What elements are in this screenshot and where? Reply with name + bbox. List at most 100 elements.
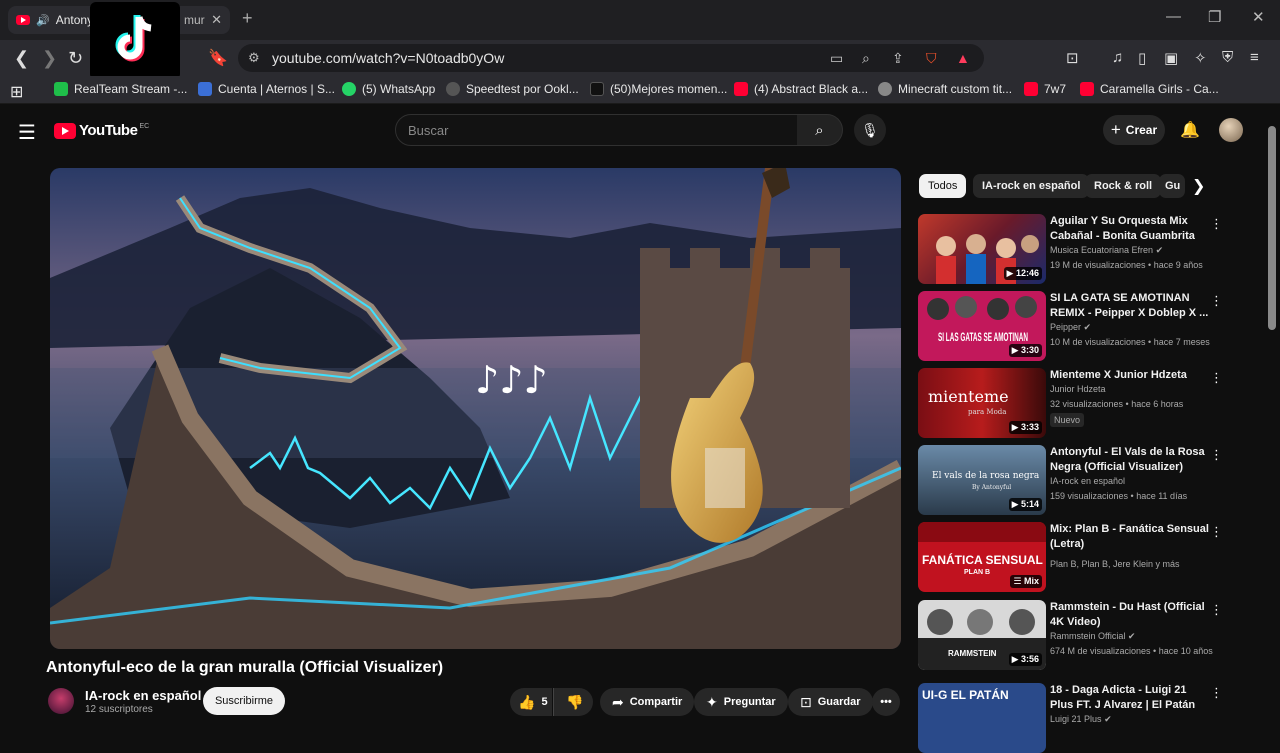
brave-shield-icon[interactable]: ⛉ xyxy=(926,50,937,67)
reload-icon[interactable]: ↻ xyxy=(68,48,83,69)
chip-ia-rock[interactable]: IA-rock en español xyxy=(973,174,1090,198)
recommendation-title[interactable]: Mienteme X Junior Hdzeta xyxy=(1050,368,1210,383)
save-button[interactable]: ⊡ Guardar xyxy=(788,688,873,716)
share-icon[interactable]: ⇪ xyxy=(892,50,904,67)
recommendation-title[interactable]: Rammstein - Du Hast (Official 4K Video) xyxy=(1050,600,1210,630)
recommendation-channel[interactable]: Junior Hdzeta xyxy=(1050,384,1106,394)
bookmark-minecraft[interactable]: Minecraft custom tit... xyxy=(878,82,1012,96)
more-vertical-icon[interactable]: ⋮ xyxy=(1210,685,1223,701)
more-vertical-icon[interactable]: ⋮ xyxy=(1210,370,1223,386)
video-thumbnail[interactable]: SI LAS GATAS SE AMOTINAN ▶ 3:30 xyxy=(918,291,1046,361)
create-button[interactable]: + Crear xyxy=(1103,115,1165,145)
duration-badge: ▶ 12:46 xyxy=(1003,267,1042,280)
video-thumbnail[interactable]: El vals de la rosa negra By Antonyful ▶ 5… xyxy=(918,445,1046,515)
verified-check-icon: ✔ xyxy=(1104,714,1112,724)
more-actions-button[interactable]: ••• xyxy=(872,688,900,716)
recommendation-meta: 19 M de visualizaciones • hace 9 años xyxy=(1050,260,1203,270)
bookmark-whatsapp[interactable]: (5) WhatsApp xyxy=(342,82,435,96)
youtube-play-icon xyxy=(54,122,76,139)
search-button[interactable]: ⌕ xyxy=(797,114,843,146)
bookmark-realteam[interactable]: RealTeam Stream -... xyxy=(54,82,187,96)
dislike-button[interactable]: 👎 xyxy=(553,688,593,716)
bookmark-tiktok[interactable]: (50)Mejores momen... xyxy=(590,82,727,96)
chip-rock-roll[interactable]: Rock & roll xyxy=(1085,174,1162,198)
recommendation-title[interactable]: Mix: Plan B - Fanática Sensual (Letra) xyxy=(1050,522,1210,552)
search-input[interactable]: Buscar xyxy=(395,114,798,146)
more-vertical-icon[interactable]: ⋮ xyxy=(1210,602,1223,618)
video-player[interactable]: ♪♪♪ xyxy=(50,168,901,649)
recommendation-channel[interactable]: Musica Ecuatoriana Efren ✔ xyxy=(1050,245,1163,256)
recommendation-item[interactable]: RAMMSTEIN ▶ 3:56 Rammstein - Du Hast (Of… xyxy=(918,600,1238,670)
tab-search-icon[interactable]: ⊡ xyxy=(1066,49,1079,67)
recommendation-item[interactable]: El vals de la rosa negra By Antonyful ▶ 5… xyxy=(918,445,1238,515)
voice-search-button[interactable]: 🎙 xyxy=(854,114,886,146)
recommendation-item[interactable]: FANÁTICA SENSUAL PLAN B ☰ Mix Mix: Plan B… xyxy=(918,522,1238,592)
recommendation-channel[interactable]: Rammstein Official ✔ xyxy=(1050,631,1135,642)
bookmark-caramella[interactable]: Caramella Girls - Ca... xyxy=(1080,82,1219,96)
channel-name[interactable]: IA-rock en español xyxy=(85,688,201,703)
recommendation-title[interactable]: Antonyful - El Vals de la Rosa Negra (Of… xyxy=(1050,445,1210,475)
wallet-icon[interactable]: ▣ xyxy=(1164,49,1178,67)
recommendation-meta: 10 M de visualizaciones • hace 7 meses xyxy=(1050,337,1210,347)
brave-rewards-icon[interactable]: ▲ xyxy=(956,50,970,66)
video-thumbnail[interactable]: UI-G EL PATÁN xyxy=(918,683,1046,753)
ask-button[interactable]: ✦ Preguntar xyxy=(694,688,788,716)
user-avatar[interactable] xyxy=(1219,118,1243,142)
recommendation-item[interactable]: ▶ 12:46 Aguilar Y Su Orquesta Mix Cabaña… xyxy=(918,214,1238,284)
video-thumbnail[interactable]: ▶ 12:46 xyxy=(918,214,1046,284)
recommendation-channel[interactable]: IA-rock en español xyxy=(1050,476,1125,486)
recommendation-channel[interactable]: Peipper ✔ xyxy=(1050,322,1091,333)
speaker-icon[interactable]: 🔊 xyxy=(36,14,50,27)
chevron-right-icon[interactable]: ❯ xyxy=(1192,176,1205,196)
minimize-icon[interactable]: — xyxy=(1166,8,1181,25)
apps-grid-icon[interactable]: ⊞ xyxy=(10,82,23,102)
video-thumbnail[interactable]: mienteme para Moda ▶ 3:33 xyxy=(918,368,1046,438)
recommendation-channel[interactable]: Plan B, Plan B, Jere Klein y más xyxy=(1050,559,1180,569)
site-settings-icon[interactable]: ⚙ xyxy=(248,50,260,66)
channel-avatar[interactable] xyxy=(48,688,74,714)
recommendation-meta: 32 visualizaciones • hace 6 horas xyxy=(1050,399,1184,409)
recommendation-title[interactable]: SI LA GATA SE AMOTINAN REMIX - Peipper X… xyxy=(1050,291,1210,321)
video-thumbnail[interactable]: RAMMSTEIN ▶ 3:56 xyxy=(918,600,1046,670)
page-scrollbar[interactable] xyxy=(1268,126,1276,330)
recommendation-item[interactable]: mienteme para Moda ▶ 3:33 Mienteme X Juni… xyxy=(918,368,1238,438)
browser-menu-icon[interactable]: ≡ xyxy=(1250,49,1259,66)
recommendation-title[interactable]: Aguilar Y Su Orquesta Mix Cabañal - Boni… xyxy=(1050,214,1210,244)
like-button[interactable]: 👍 5 xyxy=(510,688,552,716)
more-vertical-icon[interactable]: ⋮ xyxy=(1210,216,1223,232)
recommendation-title[interactable]: 18 - Daga Adicta - Luigi 21 Plus FT. J A… xyxy=(1050,683,1210,713)
youtube-header: ☰ YouTube EC Buscar ⌕ 🎙 + Crear 🔔 xyxy=(0,104,1280,156)
bookmark-icon[interactable]: 🔖 xyxy=(208,48,228,68)
share-button[interactable]: ➦ Compartir xyxy=(600,688,695,716)
leo-ai-icon[interactable]: ✧ xyxy=(1194,49,1207,67)
notifications-bell-icon[interactable]: 🔔 xyxy=(1180,120,1200,140)
new-tab-icon[interactable]: + xyxy=(242,8,253,29)
subscribe-button[interactable]: Suscribirme xyxy=(203,687,285,715)
music-icon[interactable]: ♫ xyxy=(1112,49,1123,66)
chip-todos[interactable]: Todos xyxy=(919,174,967,198)
close-tab-icon[interactable]: ✕ xyxy=(211,12,222,28)
cast-icon[interactable]: ▭ xyxy=(830,50,843,67)
forward-icon[interactable]: ❯ xyxy=(42,48,57,69)
bookmark-abstract[interactable]: (4) Abstract Black a... xyxy=(734,82,868,96)
bookmark-speedtest[interactable]: Speedtest por Ookl... xyxy=(446,82,579,96)
restore-icon[interactable]: ❐ xyxy=(1208,8,1221,26)
recommendation-item[interactable]: SI LAS GATAS SE AMOTINAN ▶ 3:30 SI LA GA… xyxy=(918,291,1238,361)
window-close-icon[interactable]: ✕ xyxy=(1252,8,1265,26)
recommendation-item[interactable]: UI-G EL PATÁN 18 - Daga Adicta - Luigi 2… xyxy=(918,683,1238,753)
bookmark-aternos[interactable]: Cuenta | Aternos | S... xyxy=(198,82,335,96)
address-bar[interactable]: ⚙ youtube.com/watch?v=N0toadb0yOw ▭ ⌕ ⇪ … xyxy=(238,44,984,72)
youtube-logo[interactable]: YouTube EC xyxy=(54,122,149,139)
more-vertical-icon[interactable]: ⋮ xyxy=(1210,447,1223,463)
tab-title-tail: mur xyxy=(184,13,205,27)
bookmark-7w7[interactable]: 7w7 xyxy=(1024,82,1066,96)
back-icon[interactable]: ❮ xyxy=(14,48,29,69)
zoom-icon[interactable]: ⌕ xyxy=(862,50,870,67)
more-vertical-icon[interactable]: ⋮ xyxy=(1210,293,1223,309)
vpn-icon[interactable]: ⛨ xyxy=(1222,49,1233,66)
more-vertical-icon[interactable]: ⋮ xyxy=(1210,524,1223,540)
video-thumbnail[interactable]: FANÁTICA SENSUAL PLAN B ☰ Mix xyxy=(918,522,1046,592)
chip-gu[interactable]: Gu xyxy=(1159,174,1185,198)
hamburger-menu-icon[interactable]: ☰ xyxy=(18,120,36,145)
sidebar-icon[interactable]: ▯ xyxy=(1138,49,1146,67)
